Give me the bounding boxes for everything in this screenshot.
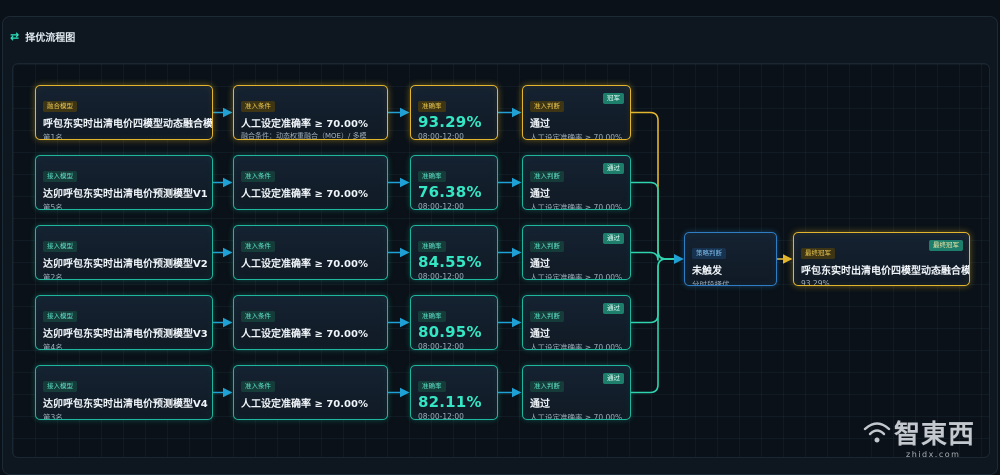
accuracy-time: 08:00-12:00	[418, 202, 464, 210]
condition-tag: 准入条件	[241, 171, 275, 182]
accuracy-value: 76.38%	[418, 183, 482, 201]
model-name: 达卯呼包东实时出清电价预测模型V3	[43, 329, 208, 340]
model-card[interactable]: 接入模型达卯呼包东实时出清电价预测模型V1 第5名	[35, 155, 213, 210]
model-name: 达卯呼包东实时出清电价预测模型V1	[43, 189, 208, 200]
strategy-desc: 分时段择优	[692, 280, 730, 286]
accuracy-value: 82.11%	[418, 393, 482, 411]
accuracy-tag: 准确率	[418, 101, 446, 112]
model-name: 达卯呼包东实时出清电价预测模型V4	[43, 399, 208, 410]
accuracy-time: 08:00-12:00	[418, 412, 464, 420]
judge-result: 通过	[530, 119, 550, 130]
model-card[interactable]: 接入模型达卯呼包东实时出清电价预测模型V3 第4名	[35, 295, 213, 350]
judge-badge: 通过	[603, 373, 624, 384]
final-badge: 最终冠军	[929, 240, 963, 251]
condition-text: 人工设定准确率 ≥ 70.00%	[241, 259, 368, 270]
condition-text: 人工设定准确率 ≥ 70.00%	[241, 189, 368, 200]
final-tag: 最终冠军	[801, 248, 835, 259]
accuracy-card[interactable]: 准确率 93.29% 08:00-12:00	[410, 85, 498, 140]
accuracy-value: 93.29%	[418, 113, 482, 131]
condition-text: 人工设定准确率 ≥ 70.00%	[241, 119, 368, 130]
condition-card[interactable]: 准入条件人工设定准确率 ≥ 70.00%	[233, 295, 388, 350]
condition-tag: 准入条件	[241, 381, 275, 392]
judge-badge: 通过	[603, 303, 624, 314]
judge-detail: 人工设定准确率 ≥ 70.00%	[530, 133, 623, 140]
accuracy-card[interactable]: 准确率 80.95% 08:00-12:00	[410, 295, 498, 350]
accuracy-card[interactable]: 准确率 84.55% 08:00-12:00	[410, 225, 498, 280]
model-card[interactable]: 接入模型达卯呼包东实时出清电价预测模型V2 第2名	[35, 225, 213, 280]
final-value: 93.29%	[801, 279, 830, 286]
judge-badge: 通过	[603, 233, 624, 244]
model-rank: 第5名	[43, 203, 63, 210]
model-name: 呼包东实时出清电价四模型动态融合模型	[43, 119, 213, 130]
condition-tag: 准入条件	[241, 241, 275, 252]
model-tag: 接入模型	[43, 241, 77, 252]
model-tag: 融合模型	[43, 101, 77, 112]
accuracy-tag: 准确率	[418, 241, 446, 252]
judge-result: 通过	[530, 189, 550, 200]
strategy-card[interactable]: 策略判断未触发分时段择优	[684, 232, 777, 286]
condition-card[interactable]: 准入条件人工设定准确率 ≥ 70.00%	[233, 155, 388, 210]
model-tag: 接入模型	[43, 311, 77, 322]
accuracy-card[interactable]: 准确率 76.38% 08:00-12:00	[410, 155, 498, 210]
strategy-tag: 策略判断	[692, 248, 726, 259]
judge-detail: 人工设定准确率 ≥ 70.00%	[530, 203, 623, 210]
judge-result: 通过	[530, 259, 550, 270]
model-tag: 接入模型	[43, 381, 77, 392]
condition-text: 人工设定准确率 ≥ 70.00%	[241, 329, 368, 340]
condition-tag: 准入条件	[241, 101, 275, 112]
accuracy-tag: 准确率	[418, 311, 446, 322]
model-rank: 第4名	[43, 343, 63, 350]
judge-card[interactable]: 准入判断 通过 通过 人工设定准确率 ≥ 70.00%	[522, 155, 631, 210]
judge-card[interactable]: 准入判断 通过 通过 人工设定准确率 ≥ 70.00%	[522, 295, 631, 350]
model-rank: 第3名	[43, 413, 63, 420]
accuracy-value: 84.55%	[418, 253, 482, 271]
final-name: 呼包东实时出清电价四模型动态融合模型	[801, 266, 970, 277]
flow-icon: ⇄	[10, 29, 20, 43]
judge-result: 通过	[530, 329, 550, 340]
final-champion-card[interactable]: 最终冠军 最终冠军 呼包东实时出清电价四模型动态融合模型 93.29%	[793, 232, 970, 286]
judge-tag: 准入判断	[530, 381, 564, 392]
judge-detail: 人工设定准确率 ≥ 70.00%	[530, 413, 623, 420]
judge-badge: 通过	[603, 163, 624, 174]
condition-card[interactable]: 准入条件人工设定准确率 ≥ 70.00%	[233, 225, 388, 280]
judge-tag: 准入判断	[530, 311, 564, 322]
judge-badge: 冠军	[603, 93, 624, 104]
strategy-status: 未触发	[692, 266, 722, 277]
accuracy-time: 08:00-12:00	[418, 342, 464, 350]
panel-title: 择优流程图	[25, 32, 76, 44]
condition-text: 人工设定准确率 ≥ 70.00%	[241, 399, 368, 410]
accuracy-card[interactable]: 准确率 82.11% 08:00-12:00	[410, 365, 498, 420]
accuracy-value: 80.95%	[418, 323, 482, 341]
condition-card[interactable]: 准入条件人工设定准确率 ≥ 70.00%	[233, 365, 388, 420]
accuracy-time: 08:00-12:00	[418, 132, 464, 140]
accuracy-tag: 准确率	[418, 381, 446, 392]
judge-tag: 准入判断	[530, 171, 564, 182]
accuracy-time: 08:00-12:00	[418, 272, 464, 280]
model-card[interactable]: 接入模型达卯呼包东实时出清电价预测模型V4 第3名	[35, 365, 213, 420]
model-card[interactable]: 融合模型呼包东实时出清电价四模型动态融合模型第1名	[35, 85, 213, 140]
judge-card[interactable]: 准入判断 通过 通过 人工设定准确率 ≥ 70.00%	[522, 225, 631, 280]
condition-card[interactable]: 准入条件人工设定准确率 ≥ 70.00% 融合条件：动态权重融合（MOE）/ 多模…	[233, 85, 388, 140]
judge-tag: 准入判断	[530, 241, 564, 252]
panel-header: ⇄ 择优流程图	[10, 28, 75, 44]
judge-card[interactable]: 准入判断 冠军通过人工设定准确率 ≥ 70.00%	[522, 85, 631, 140]
judge-result: 通过	[530, 399, 550, 410]
accuracy-tag: 准确率	[418, 171, 446, 182]
model-tag: 接入模型	[43, 171, 77, 182]
model-name: 达卯呼包东实时出清电价预测模型V2	[43, 259, 208, 270]
judge-tag: 准入判断	[530, 101, 564, 112]
condition-note: 融合条件：动态权重融合（MOE）/ 多模型... 权融合	[241, 132, 367, 140]
model-rank: 第2名	[43, 273, 63, 280]
judge-detail: 人工设定准确率 ≥ 70.00%	[530, 273, 623, 280]
condition-tag: 准入条件	[241, 311, 275, 322]
judge-card[interactable]: 准入判断 通过 通过 人工设定准确率 ≥ 70.00%	[522, 365, 631, 420]
model-rank: 第1名	[43, 133, 63, 140]
judge-detail: 人工设定准确率 ≥ 70.00%	[530, 343, 623, 350]
